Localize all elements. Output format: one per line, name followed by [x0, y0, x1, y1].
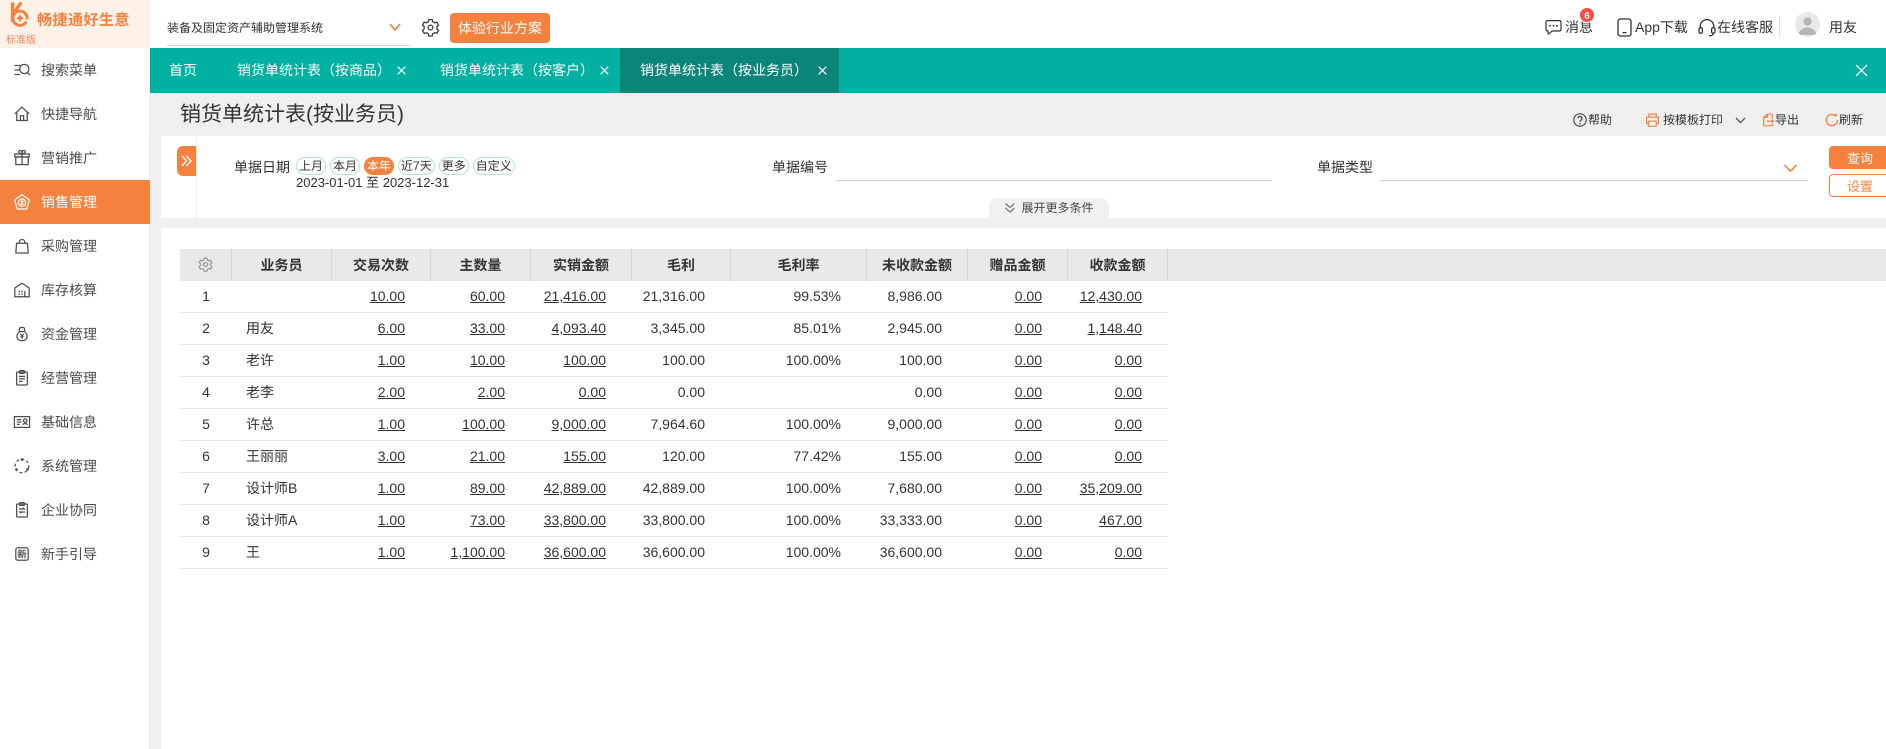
svg-text:新: 新 — [17, 547, 27, 561]
